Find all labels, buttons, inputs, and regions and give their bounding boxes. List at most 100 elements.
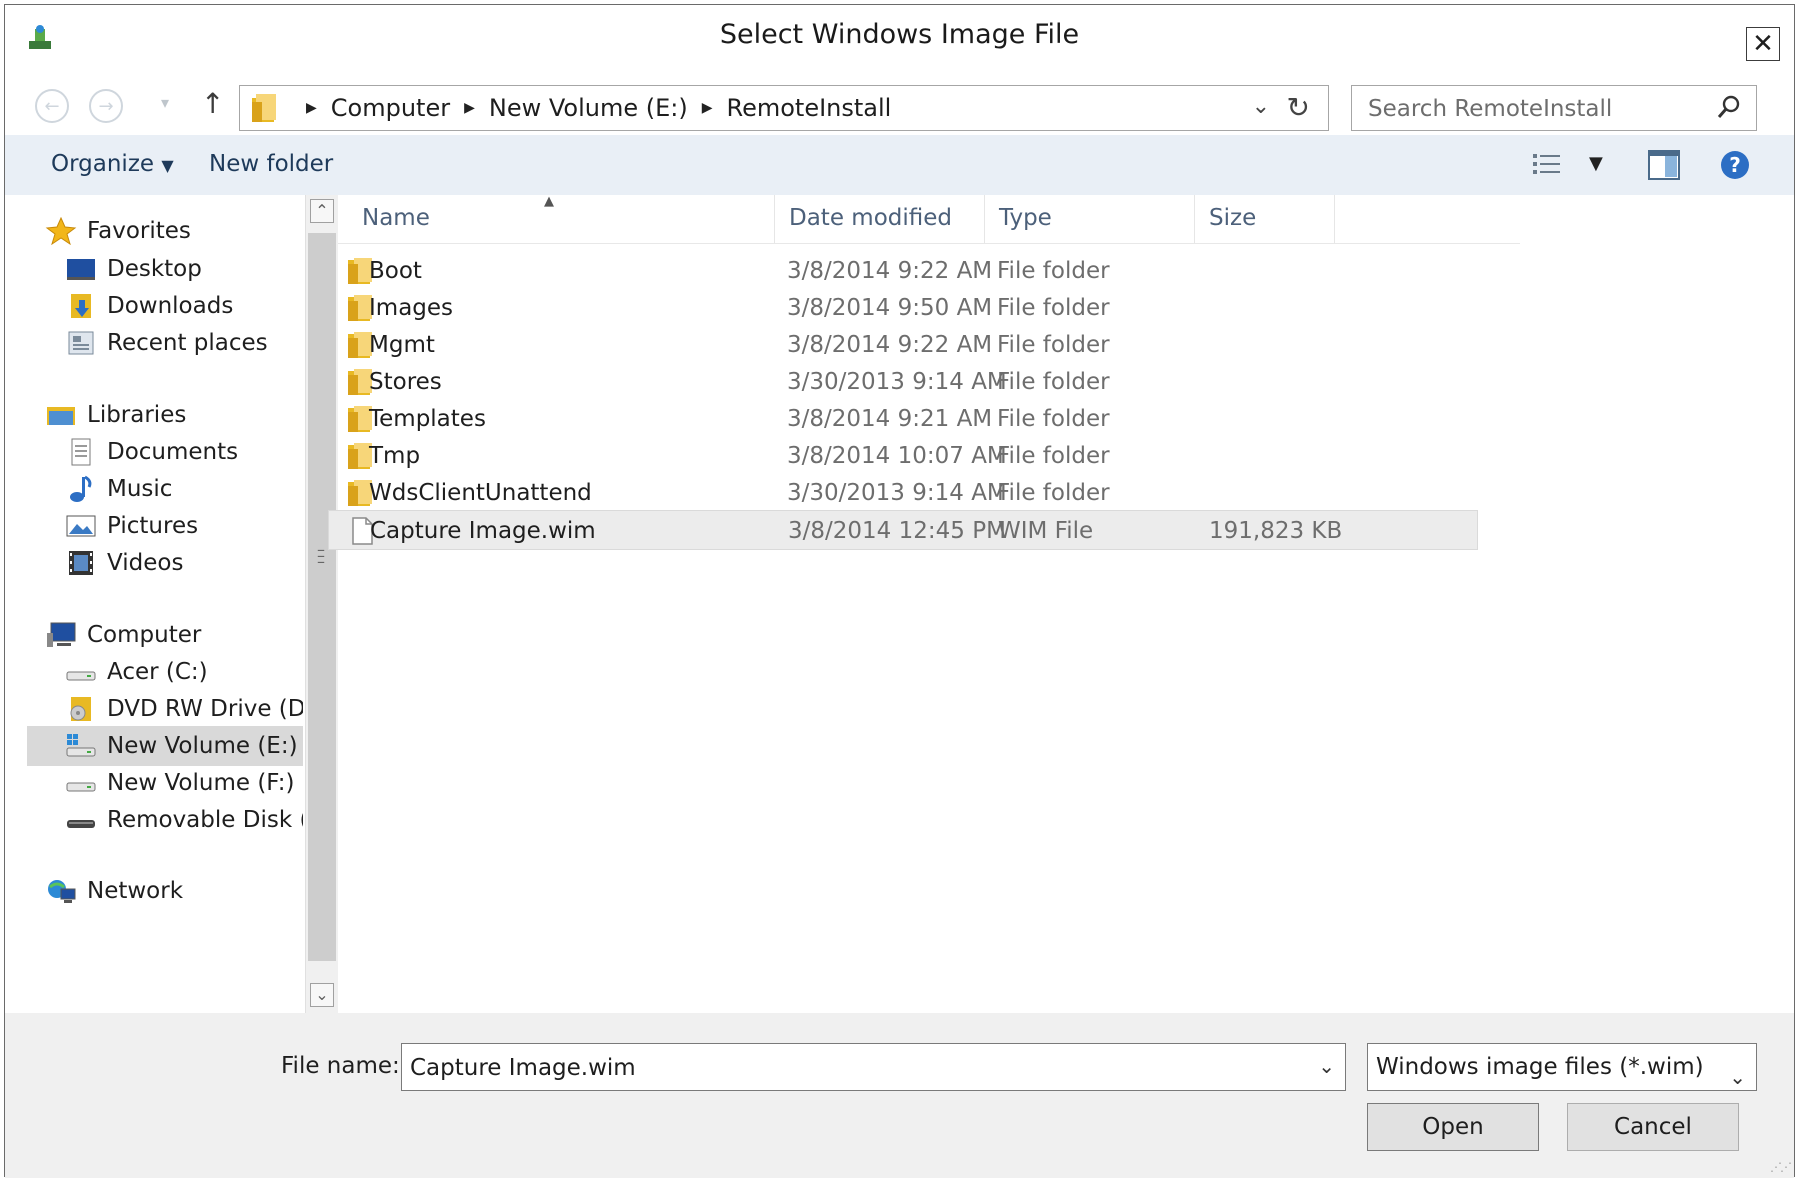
breadcrumb-new-volume-e[interactable]: New Volume (E:) xyxy=(489,94,688,122)
close-button[interactable]: ✕ xyxy=(1746,27,1780,61)
nav-item-acer-c[interactable]: Acer (C:) xyxy=(65,652,303,692)
recent-places-icon xyxy=(68,331,94,355)
column-header-name[interactable]: ▲ Name xyxy=(338,194,775,243)
file-name-combobox[interactable]: ⌄ xyxy=(401,1043,1346,1092)
file-row-stores[interactable]: Stores 3/30/2013 9:14 AM File folder xyxy=(338,362,1488,402)
file-type: File folder xyxy=(997,258,1110,284)
nav-favorites[interactable]: Favorites xyxy=(45,211,303,251)
preview-pane-icon[interactable] xyxy=(1647,149,1681,181)
open-button[interactable]: Open xyxy=(1367,1103,1539,1151)
scroll-up-icon[interactable]: ⌃ xyxy=(310,199,334,223)
organize-button[interactable]: Organize ▼ xyxy=(51,151,174,177)
file-row-capture-image-wim[interactable]: Capture Image.wim 3/8/2014 12:45 PM WIM … xyxy=(328,510,1478,550)
desktop-icon xyxy=(67,259,95,280)
new-folder-button[interactable]: New folder xyxy=(209,151,333,177)
computer-icon xyxy=(47,622,76,647)
window-title: Select Windows Image File xyxy=(719,19,1080,50)
chevron-down-icon: ▾ xyxy=(161,93,170,112)
file-name: Tmp xyxy=(369,443,421,469)
nav-libraries[interactable]: Libraries xyxy=(45,395,303,435)
chevron-down-icon: ⌄ xyxy=(1729,1065,1746,1089)
network-drive-icon xyxy=(66,734,96,757)
network-icon xyxy=(48,880,76,903)
nav-item-label: Acer (C:) xyxy=(107,659,208,685)
back-arrow-icon: ← xyxy=(44,95,60,117)
nav-item-dvd-rw-drive[interactable]: DVD RW Drive (D xyxy=(65,689,303,729)
nav-item-label: Desktop xyxy=(107,256,202,282)
view-options-icon[interactable] xyxy=(1531,151,1565,179)
search-box[interactable] xyxy=(1351,85,1757,132)
column-header-size[interactable]: Size xyxy=(1195,195,1335,243)
nav-item-desktop[interactable]: Desktop xyxy=(65,249,303,289)
nav-item-label: Downloads xyxy=(107,293,234,319)
help-icon[interactable]: ? xyxy=(1719,149,1751,181)
nav-network[interactable]: Network xyxy=(45,871,303,911)
drive-icon xyxy=(66,671,96,681)
file-row-images[interactable]: Images 3/8/2014 9:50 AM File folder xyxy=(338,288,1488,328)
close-icon: ✕ xyxy=(1752,29,1774,59)
file-name: WdsClientUnattend xyxy=(369,480,592,506)
search-input[interactable] xyxy=(1352,86,1710,132)
nav-item-recent-places[interactable]: Recent places xyxy=(65,323,303,363)
view-dropdown-icon[interactable]: ▼ xyxy=(1589,153,1603,174)
file-name: Templates xyxy=(369,406,486,432)
file-row-wdsclientunattend[interactable]: WdsClientUnattend 3/30/2013 9:14 AM File… xyxy=(338,473,1488,513)
file-type-filter-select[interactable]: Windows image files (*.wim) ⌄ xyxy=(1367,1043,1757,1091)
file-date: 3/8/2014 9:50 AM xyxy=(787,295,993,321)
recent-locations-button[interactable]: ▾ xyxy=(161,93,169,112)
nav-item-music[interactable]: Music xyxy=(65,469,303,509)
file-row-mgmt[interactable]: Mgmt 3/8/2014 9:22 AM File folder xyxy=(338,325,1488,365)
command-bar: Organize ▼ New folder ▼ ? xyxy=(5,135,1794,195)
downloads-icon xyxy=(71,294,91,318)
file-name-input[interactable] xyxy=(402,1044,1292,1092)
libraries-icon xyxy=(47,407,75,425)
nav-item-removable-disk[interactable]: Removable Disk ( xyxy=(65,800,303,840)
column-header-type[interactable]: Type xyxy=(985,195,1195,243)
cancel-button[interactable]: Cancel xyxy=(1567,1103,1739,1151)
file-name: Capture Image.wim xyxy=(370,518,596,544)
removable-disk-icon xyxy=(67,820,95,828)
forward-button[interactable]: → xyxy=(89,89,123,123)
refresh-icon[interactable]: ↻ xyxy=(1287,91,1310,124)
address-dropdown-icon[interactable]: ⌄ xyxy=(1252,94,1270,119)
breadcrumb-separator-icon: ▶ xyxy=(306,100,317,116)
breadcrumb: ▶ Computer ▶ New Volume (E:) ▶ RemoteIns… xyxy=(292,94,891,122)
nav-computer[interactable]: Computer xyxy=(45,615,303,655)
up-button[interactable]: ↑ xyxy=(201,87,224,120)
nav-group-label: Favorites xyxy=(87,218,191,244)
nav-item-new-volume-e[interactable]: New Volume (E:) xyxy=(27,726,303,766)
title-bar: Select Windows Image File ✕ xyxy=(5,5,1794,67)
up-arrow-icon: ↑ xyxy=(201,87,225,120)
nav-item-documents[interactable]: Documents xyxy=(65,432,303,472)
chevron-down-icon[interactable]: ⌄ xyxy=(1318,1054,1335,1078)
scrollbar-thumb[interactable] xyxy=(308,233,336,961)
header-divider xyxy=(338,243,1520,244)
nav-item-downloads[interactable]: Downloads xyxy=(65,286,303,326)
file-date: 3/8/2014 9:22 AM xyxy=(787,258,993,284)
scroll-down-icon[interactable]: ⌄ xyxy=(310,983,334,1007)
breadcrumb-computer[interactable]: Computer xyxy=(331,94,450,122)
back-button[interactable]: ← xyxy=(35,89,69,123)
nav-item-new-volume-f[interactable]: New Volume (F:) xyxy=(65,763,303,803)
file-row-tmp[interactable]: Tmp 3/8/2014 10:07 AM File folder xyxy=(338,436,1488,476)
nav-item-label: Music xyxy=(107,476,173,502)
address-bar[interactable]: ▶ Computer ▶ New Volume (E:) ▶ RemoteIns… xyxy=(239,85,1329,131)
chevron-down-icon: ▼ xyxy=(161,156,174,175)
nav-item-videos[interactable]: Videos xyxy=(65,543,303,583)
nav-item-pictures[interactable]: Pictures xyxy=(65,506,303,546)
file-date: 3/8/2014 9:21 AM xyxy=(787,406,993,432)
file-type-filter-value: Windows image files (*.wim) xyxy=(1376,1054,1704,1080)
navigation-scrollbar[interactable]: ⌃ – – – ⌄ xyxy=(305,195,338,1013)
sort-ascending-icon: ▲ xyxy=(544,194,554,209)
folder-icon xyxy=(252,94,276,122)
nav-item-label: Documents xyxy=(107,439,239,465)
search-icon[interactable] xyxy=(1716,94,1742,120)
resize-grip-icon[interactable]: ⋰⋰ xyxy=(1770,1160,1792,1174)
breadcrumb-remoteinstall[interactable]: RemoteInstall xyxy=(727,94,892,122)
file-type: File folder xyxy=(997,480,1110,506)
file-row-boot[interactable]: Boot 3/8/2014 9:22 AM File folder xyxy=(338,251,1488,291)
file-row-templates[interactable]: Templates 3/8/2014 9:21 AM File folder xyxy=(338,399,1488,439)
column-header-date-modified[interactable]: Date modified xyxy=(775,195,985,243)
file-type: File folder xyxy=(997,406,1110,432)
select-image-dialog: Select Windows Image File ✕ ← → ▾ ↑ ▶ Co… xyxy=(4,4,1795,1178)
